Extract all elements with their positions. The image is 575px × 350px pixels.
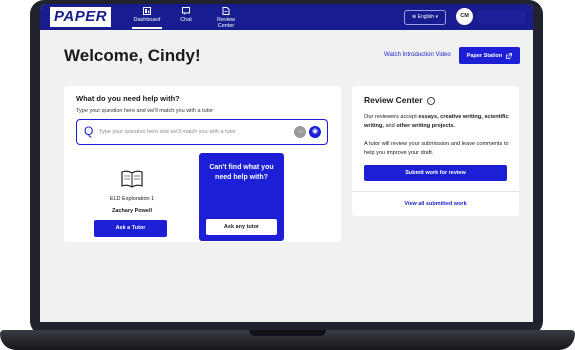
cant-find-card: Can't find what you need help with? Ask … <box>199 153 284 241</box>
language-select[interactable]: ⊕ English ▾ <box>404 10 446 25</box>
search-input[interactable]: Type your question here and we'll match … <box>99 129 236 135</box>
book-icon <box>121 170 143 188</box>
info-icon[interactable]: i <box>426 96 435 105</box>
help-title: What do you need help with? <box>76 94 180 103</box>
nav-chat-label: Chat <box>180 17 192 23</box>
chevron-down-icon: ▾ <box>435 14 438 20</box>
user-avatar[interactable]: CM <box>456 8 473 25</box>
tutor-subject: ELD Exploration 1 <box>109 196 155 202</box>
account-menu[interactable] <box>478 10 526 24</box>
view-all-submitted-link[interactable]: View all submitted work <box>352 201 519 207</box>
ask-any-tutor-button[interactable]: Ask any tutor <box>206 219 277 235</box>
review-center-card: Review Center i Our reviewers accept essa… <box>352 86 519 216</box>
paper-logo[interactable]: PAPER <box>50 7 112 27</box>
cant-find-text: Can't find what you need help with? <box>209 164 274 181</box>
app-screen: PAPER Dashboard Chat Review Center ⊕ Eng… <box>40 4 533 322</box>
microphone-icon[interactable]: ◉ <box>309 126 321 138</box>
ask-a-tutor-button[interactable]: Ask a Tutor <box>94 220 167 237</box>
desc-bold-other: other writing projects. <box>396 123 456 129</box>
tutor-card: ELD Exploration 1 Zachary Powell Ask a T… <box>76 152 188 242</box>
globe-icon: ⊕ <box>412 14 417 20</box>
chat-icon <box>182 7 190 15</box>
document-icon <box>222 7 230 15</box>
review-center-title-text: Review Center <box>364 95 423 105</box>
nav-dashboard-label: Dashboard <box>133 17 161 23</box>
dashboard-icon <box>143 7 151 15</box>
language-label: English <box>417 14 435 20</box>
nav-review-center[interactable]: Review Center <box>208 7 244 29</box>
submit-work-button[interactable]: Submit work for review <box>364 165 507 181</box>
arrow-right-icon[interactable]: → <box>294 126 306 138</box>
paper-station-button[interactable]: Paper Station <box>459 47 520 64</box>
nav-review-center-label: Review Center <box>216 17 236 29</box>
help-subtitle: Type your question here and we'll match … <box>76 108 214 114</box>
tutor-name: Zachary Powell <box>111 208 153 214</box>
divider <box>352 191 519 192</box>
desc-and: and <box>383 123 397 129</box>
q-logo-icon: Q <box>84 124 94 138</box>
paper-station-label: Paper Station <box>466 52 503 59</box>
review-center-description: Our reviewers accept essays, creative wr… <box>364 113 512 131</box>
top-navigation: PAPER Dashboard Chat Review Center ⊕ Eng… <box>40 4 533 30</box>
external-link-icon <box>506 52 513 59</box>
review-center-title: Review Center i <box>364 95 435 105</box>
review-center-note: A tutor will review your submission and … <box>364 141 509 156</box>
nav-chat[interactable]: Chat <box>176 7 196 29</box>
watch-intro-link[interactable]: Watch Introduction Video <box>384 52 451 58</box>
laptop-notch <box>249 330 326 336</box>
desc-prefix: Our reviewers accept <box>364 114 419 120</box>
nav-dashboard[interactable]: Dashboard <box>132 7 162 29</box>
page-title: Welcome, Cindy! <box>64 46 201 65</box>
question-search[interactable]: Q Type your question here and we'll matc… <box>76 119 328 145</box>
